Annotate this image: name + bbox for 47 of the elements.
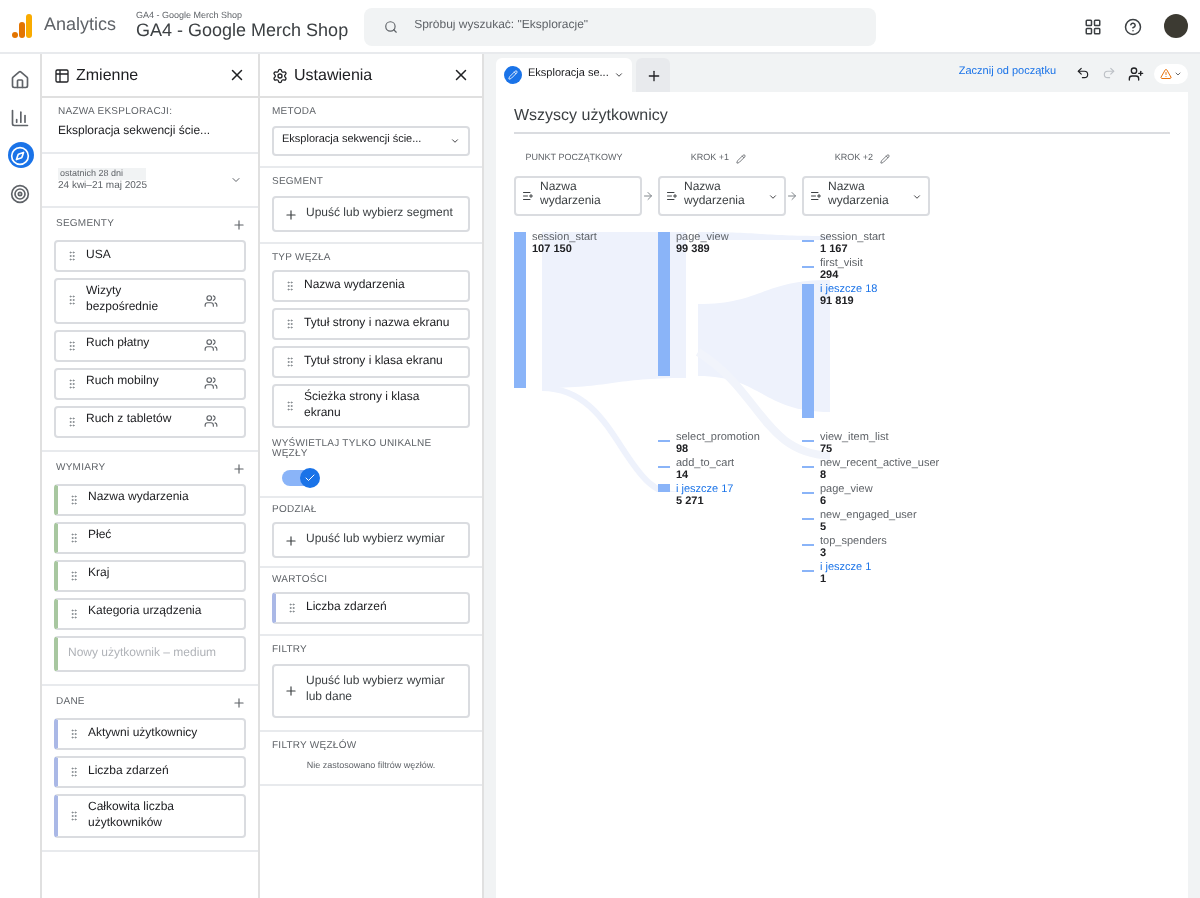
variables-icon	[54, 67, 70, 83]
close-icon[interactable]	[452, 66, 470, 84]
undo-icon[interactable]	[1076, 66, 1090, 80]
warning-menu[interactable]	[1154, 63, 1188, 83]
share-icon[interactable]	[1128, 65, 1144, 81]
node-bar[interactable]	[658, 484, 670, 492]
close-icon[interactable]	[228, 66, 246, 84]
target-icon[interactable]	[10, 183, 30, 203]
unique-nodes-toggle[interactable]	[282, 470, 318, 487]
settings-icon	[272, 67, 288, 83]
arrow-icon	[786, 190, 798, 202]
dropdown-caret-icon	[230, 174, 242, 187]
plus-icon	[284, 207, 298, 222]
explore-icon[interactable]	[10, 145, 30, 165]
bar-chart-icon[interactable]	[10, 107, 30, 127]
add-tab-button[interactable]	[636, 58, 671, 92]
dimension-icon	[810, 190, 822, 202]
add-icon[interactable]	[232, 218, 246, 233]
warning-icon	[1160, 67, 1172, 79]
plus-icon	[284, 533, 298, 548]
add-icon[interactable]	[232, 695, 246, 710]
arrow-icon	[642, 190, 654, 202]
dimension-icon	[666, 190, 678, 202]
caret-icon	[450, 136, 460, 146]
segment-title: Wszyscy użytkownicy	[514, 104, 1170, 134]
pencil-icon	[508, 70, 518, 80]
search-icon	[384, 19, 399, 33]
plus-icon	[645, 67, 662, 83]
node-bar[interactable]	[658, 232, 670, 376]
panel-title: Zmienne	[76, 63, 139, 87]
check-icon	[304, 472, 316, 485]
add-icon[interactable]	[232, 461, 246, 476]
help-icon[interactable]	[1124, 17, 1142, 35]
product-name: Analytics	[44, 12, 117, 39]
property-name[interactable]: GA4 - Google Merch Shop	[136, 21, 349, 40]
node-bar[interactable]	[802, 284, 814, 418]
node-bar[interactable]	[514, 232, 526, 388]
caret-icon	[614, 70, 625, 80]
edit-icon[interactable]	[735, 153, 746, 163]
home-icon[interactable]	[10, 69, 30, 89]
dimension-icon	[522, 190, 534, 202]
apps-icon[interactable]	[1084, 17, 1102, 35]
edit-icon[interactable]	[879, 153, 890, 163]
plus-icon	[284, 683, 298, 698]
panel-title: Ustawienia	[294, 63, 373, 87]
analytics-logo	[12, 14, 32, 38]
avatar[interactable]	[1164, 14, 1188, 38]
